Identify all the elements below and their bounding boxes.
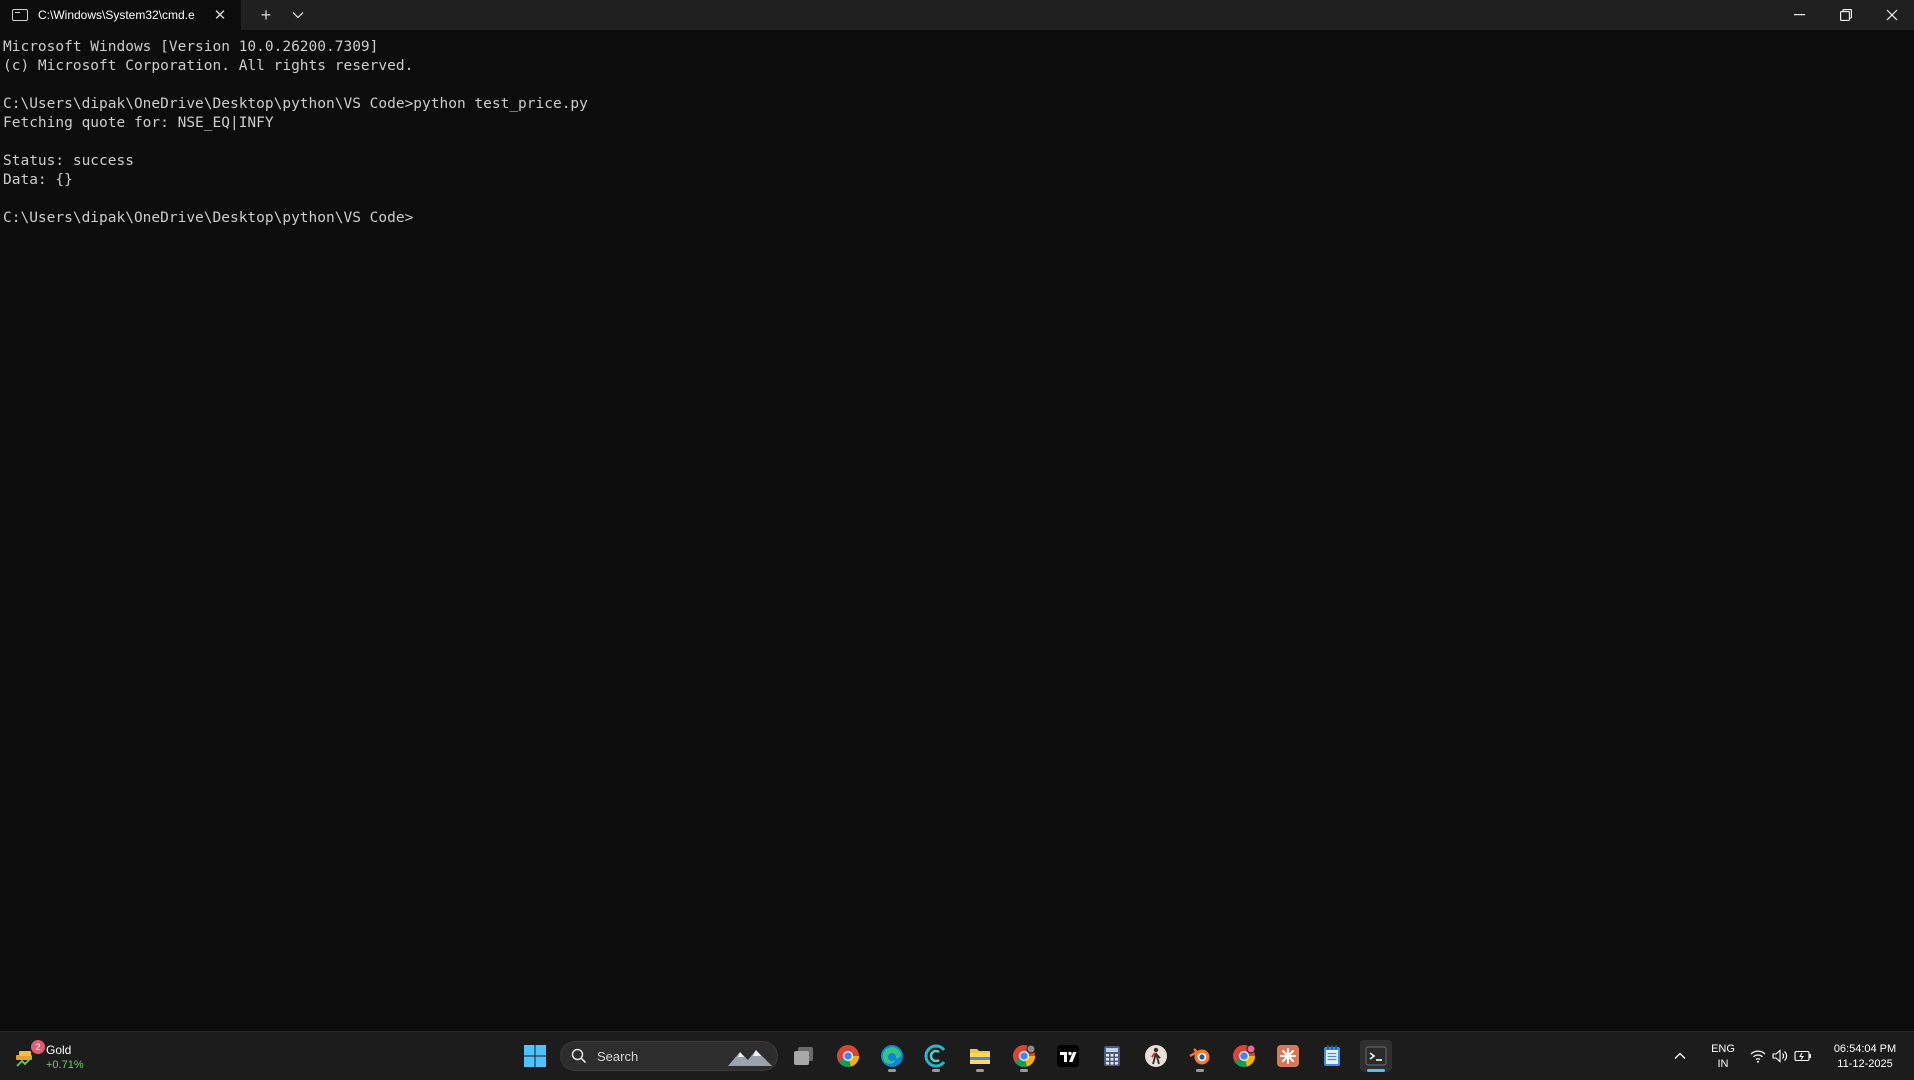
notification-badge: 2 (31, 1040, 45, 1054)
mountain-highlight-icon (728, 1050, 772, 1066)
tab-title: C:\Windows\System32\cmd.e (38, 8, 195, 22)
blender-icon (1189, 1048, 1210, 1065)
search-icon (571, 1048, 587, 1064)
title-bar: C:\Windows\System32\cmd.e ✕ + (0, 0, 1914, 30)
calculator-icon (1104, 1046, 1120, 1066)
language-region: IN (1717, 1058, 1729, 1070)
taskbar-notepad[interactable] (1316, 1040, 1348, 1072)
taskbar: 2 Gold +0.71% Search ENG IN 06:54:04 PM … (0, 1031, 1914, 1080)
taskbar-terminal[interactable] (1360, 1040, 1392, 1072)
clock-date: 11-12-2025 (1837, 1058, 1893, 1070)
taskbar-copilot[interactable] (920, 1040, 952, 1072)
terminal-line: Fetching quote for: NSE_EQ|INFY (3, 115, 274, 131)
language-code: ENG (1711, 1043, 1735, 1055)
taskbar-calculator[interactable] (1096, 1040, 1128, 1072)
terminal-line: Data: {} (3, 172, 73, 188)
volume-icon (1772, 1049, 1788, 1063)
restore-button[interactable] (1823, 0, 1869, 30)
tradingview-icon (1057, 1045, 1079, 1067)
tab-dropdown-button[interactable] (286, 3, 310, 27)
edge-icon (881, 1045, 903, 1067)
figure-app-icon (1145, 1045, 1167, 1067)
terminal-line: (c) Microsoft Corporation. All rights re… (3, 58, 414, 74)
taskbar-task-view[interactable] (788, 1040, 820, 1072)
chrome-icon (837, 1045, 859, 1068)
taskbar-claude[interactable] (1272, 1040, 1304, 1072)
taskbar-blender[interactable] (1184, 1040, 1216, 1072)
taskbar-chrome-profile[interactable] (1008, 1040, 1040, 1072)
terminal-line: Microsoft Windows [Version 10.0.26200.73… (3, 39, 379, 55)
chrome-icon (1013, 1044, 1036, 1068)
wifi-icon (1750, 1050, 1766, 1063)
running-indicator (1367, 1069, 1385, 1072)
close-window-button[interactable] (1869, 0, 1914, 30)
terminal-output[interactable]: Microsoft Windows [Version 10.0.26200.73… (3, 38, 1903, 1028)
taskbar-chrome[interactable] (832, 1040, 864, 1072)
running-indicator (1196, 1069, 1204, 1072)
copilot-icon (924, 1044, 946, 1068)
terminal-line: C:\Users\dipak\OneDrive\Desktop\python\V… (3, 96, 588, 112)
restore-icon (1840, 9, 1852, 21)
claude-icon (1277, 1045, 1299, 1067)
chrome-icon (1233, 1044, 1256, 1068)
minimize-button[interactable] (1777, 0, 1823, 30)
taskbar-file-explorer[interactable] (964, 1040, 996, 1072)
start-button[interactable] (519, 1040, 551, 1072)
windows-logo-icon (524, 1045, 546, 1067)
clock-time: 06:54:04 PM (1833, 1043, 1897, 1055)
language-indicator[interactable]: ENG IN (1706, 1042, 1740, 1072)
terminal-icon (1365, 1046, 1387, 1066)
taskbar-chrome-profile-2[interactable] (1228, 1040, 1260, 1072)
widget-change: +0.71% (46, 1059, 84, 1071)
terminal-prompt: C:\Users\dipak\OneDrive\Desktop\python\V… (3, 210, 414, 226)
running-indicator (888, 1069, 896, 1072)
taskbar-tradingview[interactable] (1052, 1040, 1084, 1072)
taskbar-edge[interactable] (876, 1040, 908, 1072)
taskbar-search[interactable]: Search (560, 1041, 778, 1071)
running-indicator (932, 1069, 940, 1072)
weather-widget[interactable]: 2 Gold +0.71% (10, 1038, 100, 1074)
folder-icon (970, 1049, 990, 1064)
running-indicator (976, 1069, 984, 1072)
close-icon (1886, 9, 1898, 21)
widget-title: Gold (46, 1043, 72, 1057)
chevron-up-icon (1674, 1052, 1686, 1059)
chevron-down-icon (292, 12, 304, 19)
running-indicator (1020, 1069, 1028, 1072)
notepad-icon (1324, 1045, 1340, 1066)
quick-settings-button[interactable] (1746, 1040, 1816, 1072)
task-view-icon (794, 1047, 813, 1065)
search-placeholder: Search (597, 1049, 639, 1064)
new-tab-button[interactable]: + (254, 3, 278, 27)
terminal-line: Status: success (3, 153, 134, 169)
clock[interactable]: 06:54:04 PM 11-12-2025 (1820, 1042, 1910, 1072)
show-hidden-icons-button[interactable] (1666, 1040, 1694, 1072)
minimize-icon (1794, 14, 1805, 16)
cmd-icon (12, 9, 28, 21)
battery-icon (1794, 1050, 1811, 1062)
tab-cmd[interactable]: C:\Windows\System32\cmd.e ✕ (0, 0, 241, 30)
tab-close-button[interactable]: ✕ (210, 6, 230, 24)
taskbar-figure-app[interactable] (1140, 1040, 1172, 1072)
